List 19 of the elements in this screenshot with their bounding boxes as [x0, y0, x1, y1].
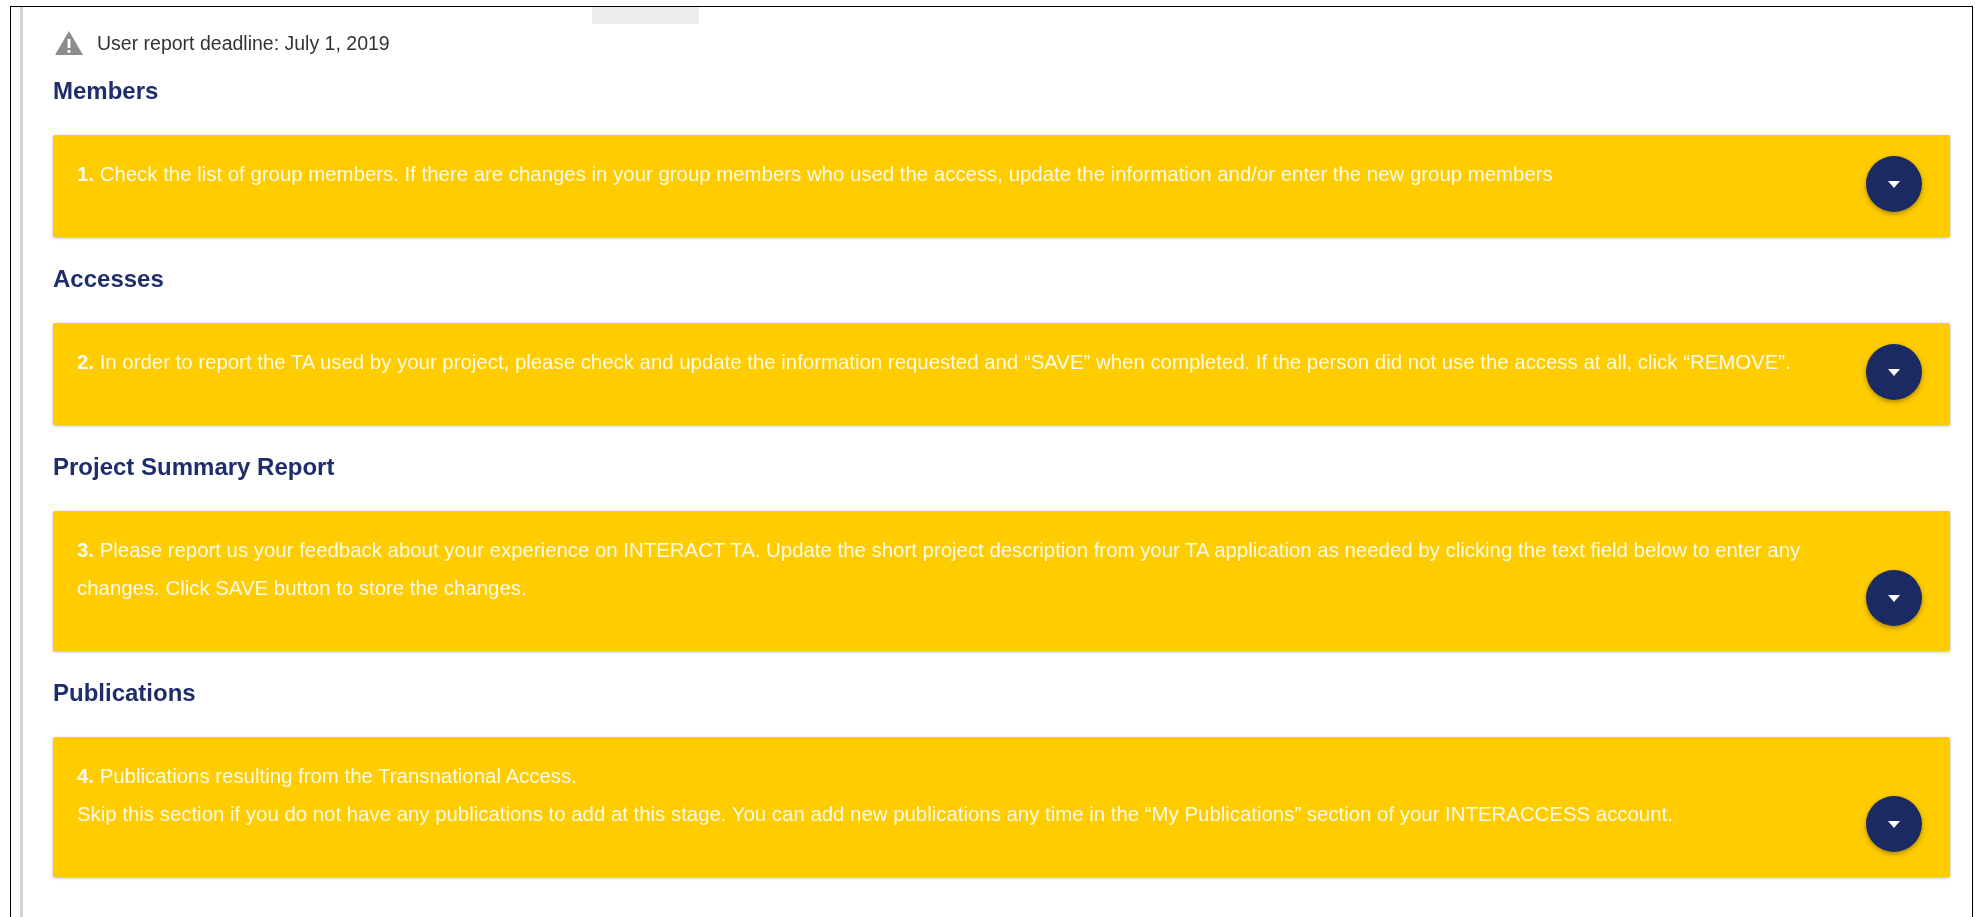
instruction-text: 1. Check the list of group members. If there are changes in your group members who used the access, update the information and/or enter the new group members [77, 162, 1554, 187]
warning-icon [54, 30, 84, 56]
instruction-text: 4. Publications resulting from the Transnational Access. [77, 764, 578, 789]
expand-button[interactable] [1866, 344, 1922, 400]
caret-icon [1888, 820, 1900, 828]
section-heading: Accesses [53, 266, 165, 292]
section-heading: Publications [53, 680, 197, 706]
caret-icon [1888, 594, 1900, 602]
deadline-notice: User report deadline: July 1, 2019 [97, 31, 390, 55]
expand-button[interactable] [1866, 796, 1922, 852]
expand-button[interactable] [1866, 570, 1922, 626]
expand-button[interactable] [1866, 156, 1922, 212]
caret-icon [1888, 180, 1900, 188]
instruction-text: 2. In order to report the TA used by your project, please check and update the information requested and “SAVE” when completed. If the person did not use the access at all, click “REMOVE”. [77, 350, 1792, 375]
instruction-text: Skip this section if you do not have any publications to add at this stage. You can add new publications any time in the “My Publications” section of your INTERACCESS account. [77, 802, 1674, 827]
caret-icon [1888, 368, 1900, 376]
section-heading: Project Summary Report [53, 454, 336, 480]
instruction-text: 3. Please report us your feedback about your experience on INTERACT TA. Update the short project description from your TA application as needed by clicking the text field below to enter any changes. Click SAVE button to store the changes. [77, 538, 1802, 601]
section-heading: Members [53, 78, 160, 104]
